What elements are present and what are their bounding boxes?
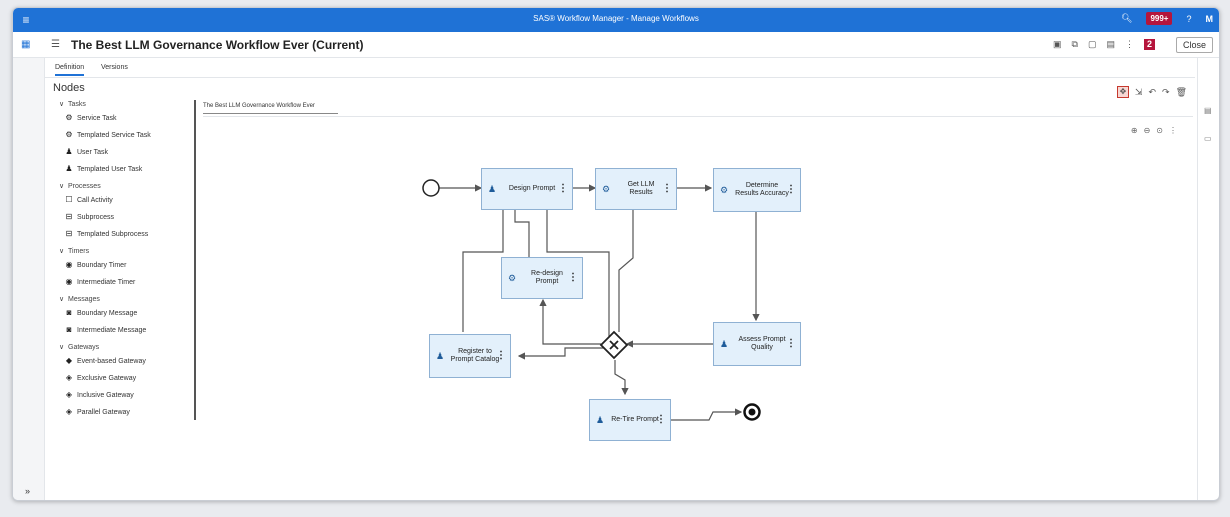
exclusive-gateway[interactable] [599, 330, 629, 360]
connector-line [618, 192, 637, 332]
node-menu-icon[interactable]: ⋮ [656, 414, 666, 425]
node-menu-icon[interactable]: ⋮ [786, 184, 796, 195]
node-retire-prompt[interactable]: ♟ Re-Tire Prompt ⋮ [589, 399, 671, 441]
start-event[interactable] [422, 179, 440, 197]
end-event-core [748, 408, 756, 416]
node-determine-results-accuracy[interactable]: ⚙ Determine Results Accuracy ⋮ [713, 168, 801, 212]
node-register-prompt-catalog[interactable]: ♟ Register to Prompt Catalog ⋮ [429, 334, 511, 378]
user-icon: ♟ [488, 184, 497, 194]
node-menu-icon[interactable]: ⋮ [496, 350, 506, 361]
node-design-prompt[interactable]: ♟ Design Prompt ⋮ [481, 168, 573, 210]
user-icon: ♟ [720, 339, 729, 349]
gear-icon: ⚙ [720, 185, 729, 195]
node-menu-icon[interactable]: ⋮ [786, 338, 796, 349]
connector-line [462, 192, 507, 332]
connector-line [517, 347, 605, 360]
gear-icon: ⚙ [508, 273, 517, 283]
gear-icon: ⚙ [602, 184, 611, 194]
node-menu-icon[interactable]: ⋮ [568, 272, 578, 283]
connector-line [539, 298, 601, 345]
node-redesign-prompt[interactable]: ⚙ Re-design Prompt ⋮ [501, 257, 583, 299]
node-get-llm-results[interactable]: ⚙ Get LLM Results ⋮ [595, 168, 677, 210]
connector-line [671, 408, 743, 421]
node-menu-icon[interactable]: ⋮ [662, 183, 672, 194]
connector-line [614, 360, 629, 396]
app-window: ≡ SAS® Workflow Manager - Manage Workflo… [12, 7, 1220, 501]
node-menu-icon[interactable]: ⋮ [558, 183, 568, 194]
user-icon: ♟ [596, 415, 605, 425]
user-icon: ♟ [436, 351, 445, 361]
node-assess-prompt-quality[interactable]: ♟ Assess Prompt Quality ⋮ [713, 322, 801, 366]
